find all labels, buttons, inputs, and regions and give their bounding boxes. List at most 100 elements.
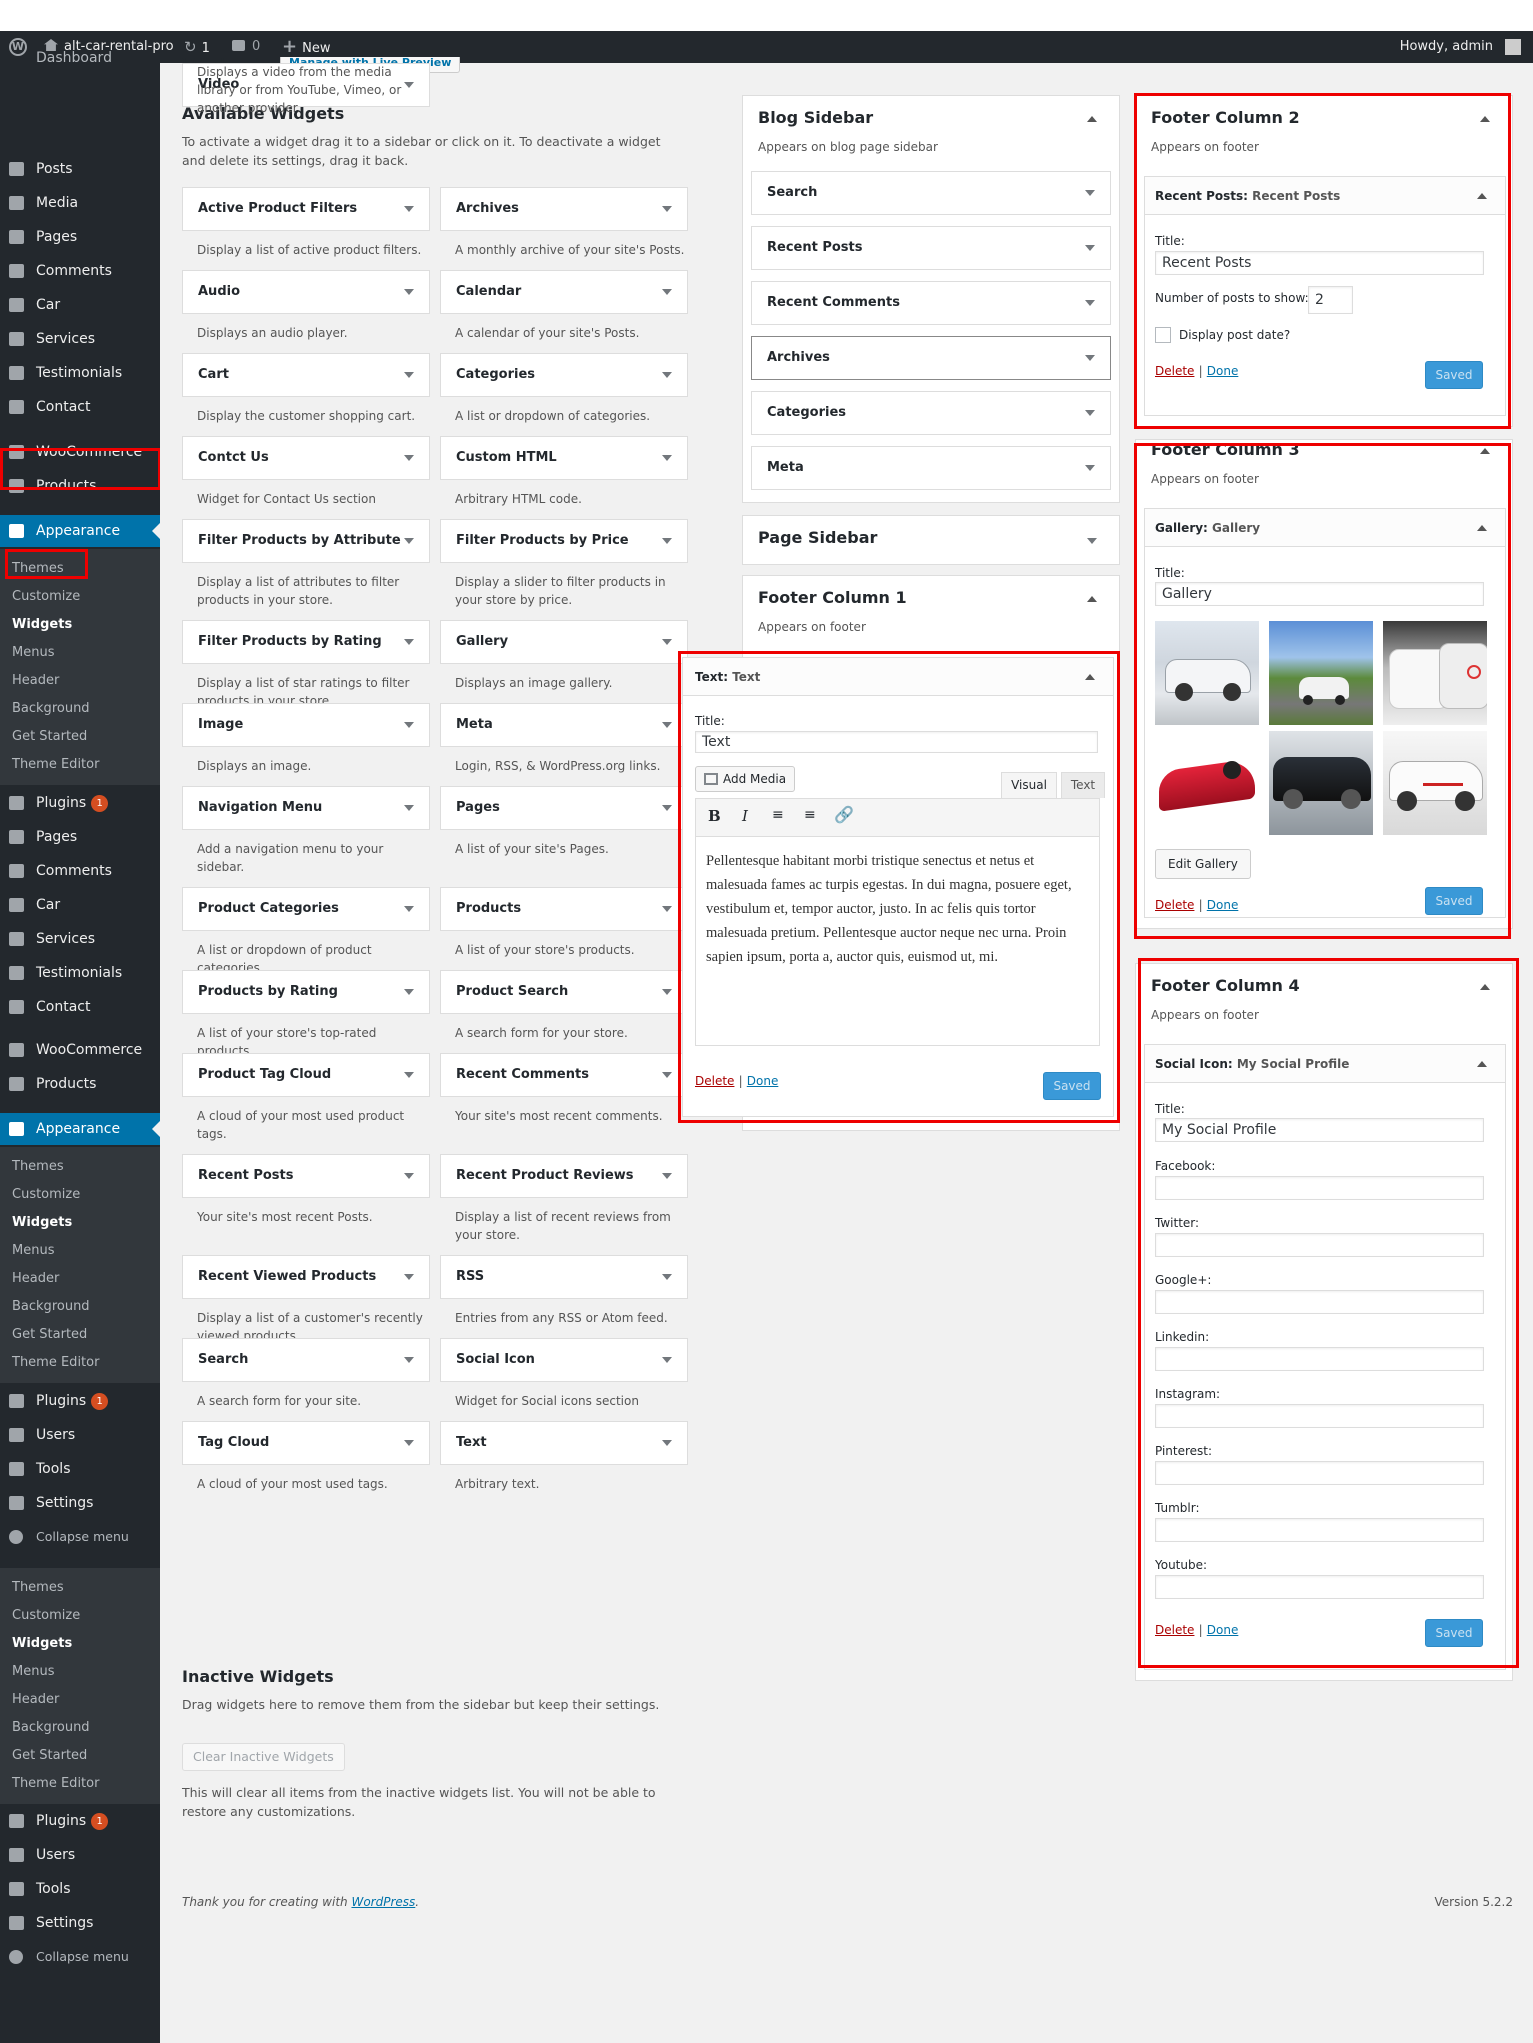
widget-filter-products-by-price[interactable]: Filter Products by Price (440, 519, 688, 563)
menu-appearance[interactable]: Appearance (0, 515, 160, 547)
menu-car[interactable]: Car (0, 289, 160, 321)
footer-column-4-title[interactable]: Footer Column 4 (1151, 976, 1300, 995)
expand-arrow-icon[interactable] (1085, 465, 1095, 471)
submenu-background[interactable]: Background (0, 1714, 160, 1742)
delete-link[interactable]: Delete (1155, 898, 1194, 912)
menu-testimonials[interactable]: Testimonials (0, 357, 160, 389)
menu-plugins-2[interactable]: Plugins 1 (0, 1385, 160, 1417)
widget-products[interactable]: Products (440, 887, 688, 931)
collapse-arrow-icon[interactable] (1480, 448, 1490, 454)
expand-arrow-icon[interactable] (1085, 355, 1095, 361)
expand-arrow-icon[interactable] (404, 639, 414, 645)
menu-testimonials-2[interactable]: Testimonials (0, 957, 160, 989)
menu-comments[interactable]: Comments (0, 255, 160, 287)
title-input[interactable]: My Social Profile (1155, 1118, 1484, 1142)
submenu-get-started[interactable]: Get Started (0, 723, 160, 751)
widget-archives[interactable]: Archives (440, 187, 688, 231)
collapse-arrow-icon[interactable] (1087, 596, 1097, 602)
menu-settings-2[interactable]: Settings (0, 1907, 160, 1939)
widget-gallery[interactable]: Gallery (440, 620, 688, 664)
twitter-input[interactable] (1155, 1233, 1484, 1257)
bold-icon[interactable]: B (708, 807, 721, 825)
menu-tools-2[interactable]: Tools (0, 1873, 160, 1905)
collapse-arrow-icon[interactable] (1087, 116, 1097, 122)
done-link[interactable]: Done (1207, 1623, 1239, 1637)
collapse-arrow-icon[interactable] (1477, 1061, 1487, 1067)
expand-arrow-icon[interactable] (662, 722, 672, 728)
widget-rss[interactable]: RSS (440, 1255, 688, 1299)
gallery-thumb-white-cars-row[interactable] (1383, 621, 1487, 725)
expand-arrow-icon[interactable] (404, 1274, 414, 1280)
account-link[interactable]: Howdy, admin (1400, 31, 1493, 63)
footer-column-1-title[interactable]: Footer Column 1 (758, 588, 907, 607)
expand-arrow-icon[interactable] (662, 1357, 672, 1363)
submenu-widgets[interactable]: Widgets (0, 1209, 160, 1237)
submenu-header[interactable]: Header (0, 1265, 160, 1293)
widget-recent-viewed-products[interactable]: Recent Viewed Products (182, 1255, 430, 1299)
collapse-arrow-icon[interactable] (1480, 984, 1490, 990)
collapse-arrow-icon[interactable] (1085, 674, 1095, 680)
expand-arrow-icon[interactable] (404, 805, 414, 811)
widget-recent-product-reviews[interactable]: Recent Product Reviews (440, 1154, 688, 1198)
submenu-background[interactable]: Background (0, 695, 160, 723)
collapse-menu-button[interactable]: Collapse menu (0, 1521, 160, 1553)
menu-woocommerce-2[interactable]: WooCommerce (0, 1034, 160, 1066)
expand-arrow-icon[interactable] (404, 372, 414, 378)
collapse-arrow-icon[interactable] (1477, 193, 1487, 199)
gallery-thumb-black-sedan[interactable] (1269, 731, 1373, 835)
expand-arrow-icon[interactable] (404, 1440, 414, 1446)
submenu-header[interactable]: Header (0, 667, 160, 695)
submenu-theme-editor[interactable]: Theme Editor (0, 1770, 160, 1798)
editor-content[interactable]: Pellentesque habitant morbi tristique se… (706, 849, 1086, 969)
submenu-get-started[interactable]: Get Started (0, 1321, 160, 1349)
menu-services-2[interactable]: Services (0, 923, 160, 955)
collapse-menu-button-2[interactable]: Collapse menu (0, 1941, 160, 1973)
footer-column-3-title[interactable]: Footer Column 3 (1151, 440, 1300, 459)
submenu-menus[interactable]: Menus (0, 1237, 160, 1265)
expand-arrow-icon[interactable] (404, 722, 414, 728)
submenu-customize[interactable]: Customize (0, 1602, 160, 1630)
edit-gallery-button[interactable]: Edit Gallery (1155, 849, 1251, 879)
widget-recent-posts[interactable]: Recent Posts (182, 1154, 430, 1198)
submenu-widgets[interactable]: Widgets (0, 1630, 160, 1658)
widget-tag-cloud[interactable]: Tag Cloud (182, 1421, 430, 1465)
menu-users[interactable]: Users (0, 1419, 160, 1451)
page-sidebar-panel[interactable]: Page Sidebar (742, 515, 1120, 565)
menu-tools[interactable]: Tools (0, 1453, 160, 1485)
widget-contct-us[interactable]: Contct Us (182, 436, 430, 480)
done-link[interactable]: Done (747, 1074, 779, 1088)
blog-widget-meta[interactable]: Meta (751, 446, 1111, 490)
expand-arrow-icon[interactable] (662, 1274, 672, 1280)
blog-widget-search[interactable]: Search (751, 171, 1111, 215)
delete-link[interactable]: Delete (1155, 364, 1194, 378)
submenu-customize[interactable]: Customize (0, 583, 160, 611)
blog-widget-categories[interactable]: Categories (751, 391, 1111, 435)
facebook-input[interactable] (1155, 1176, 1484, 1200)
submenu-header[interactable]: Header (0, 1686, 160, 1714)
widget-product-tag-cloud[interactable]: Product Tag Cloud (182, 1053, 430, 1097)
menu-woocommerce[interactable]: WooCommerce (0, 436, 160, 468)
widget-filter-products-by-attribute[interactable]: Filter Products by Attribute (182, 519, 430, 563)
google-input[interactable] (1155, 1290, 1484, 1314)
widget-product-search[interactable]: Product Search (440, 970, 688, 1014)
title-input[interactable]: Text (695, 731, 1098, 753)
delete-link[interactable]: Delete (695, 1074, 734, 1088)
menu-plugins-3[interactable]: Plugins 1 (0, 1805, 160, 1837)
expand-arrow-icon[interactable] (404, 289, 414, 295)
text-widget-header[interactable]: Text: Text (683, 658, 1113, 696)
title-input[interactable]: Recent Posts (1155, 251, 1484, 275)
social-icon-widget-header[interactable]: Social Icon: My Social Profile (1145, 1045, 1505, 1083)
blog-widget-archives[interactable]: Archives (751, 336, 1111, 380)
submenu-menus[interactable]: Menus (0, 639, 160, 667)
gallery-thumb-white-sportscar-road[interactable] (1269, 621, 1373, 725)
submenu-get-started[interactable]: Get Started (0, 1742, 160, 1770)
submenu-themes[interactable]: Themes (0, 1153, 160, 1181)
expand-arrow-icon[interactable] (662, 805, 672, 811)
menu-contact[interactable]: Contact (0, 391, 160, 423)
widget-meta[interactable]: Meta (440, 703, 688, 747)
submenu-customize[interactable]: Customize (0, 1181, 160, 1209)
widget-navigation-menu[interactable]: Navigation Menu (182, 786, 430, 830)
numbered-list-icon[interactable]: ≡ (804, 807, 816, 823)
expand-arrow-icon[interactable] (662, 989, 672, 995)
widget-pages[interactable]: Pages (440, 786, 688, 830)
